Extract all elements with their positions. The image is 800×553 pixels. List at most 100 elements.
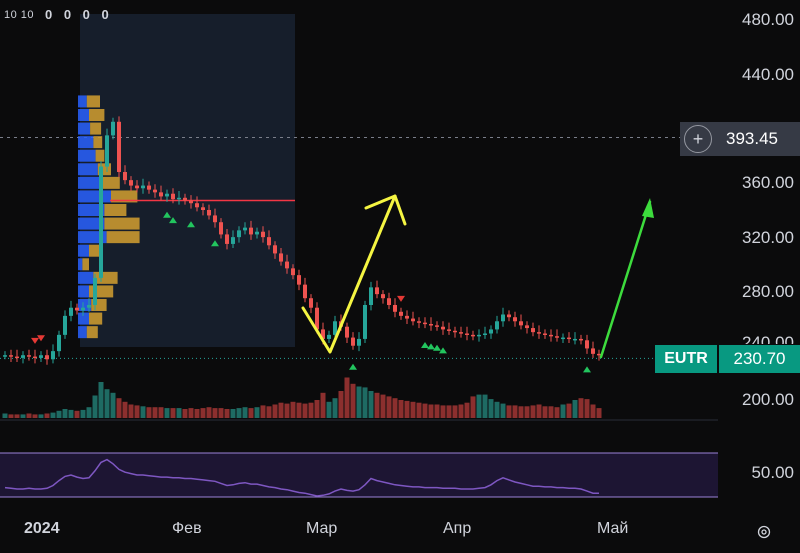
volume-bar	[74, 410, 80, 418]
candle-body	[327, 334, 331, 339]
candle-body	[273, 245, 277, 254]
green-arrow-head	[642, 198, 654, 218]
candle-body	[105, 135, 109, 167]
volume-bar	[332, 398, 338, 418]
candle-body	[363, 305, 367, 339]
volume-bar	[56, 410, 62, 418]
candle-body	[141, 185, 145, 189]
candle-body	[429, 324, 433, 326]
volume-bar	[320, 392, 326, 418]
candle-body	[417, 321, 421, 323]
sell-signal-marker	[397, 295, 405, 302]
candle-body	[177, 197, 181, 200]
candle-body	[237, 230, 241, 238]
profile-bar-up	[78, 122, 91, 135]
candle-body	[27, 355, 31, 357]
volume-bar	[236, 408, 242, 418]
volume-bar	[416, 402, 422, 418]
candle-body	[201, 207, 205, 210]
volume-bar	[344, 377, 350, 418]
indicator-legend: 10 10	[4, 9, 35, 21]
profile-bar-down	[104, 204, 127, 216]
volume-bar	[50, 412, 56, 418]
price-tick-440: 440.00	[742, 65, 794, 84]
volume-bar	[194, 409, 200, 418]
profile-bar-up	[78, 109, 89, 121]
candle-body	[537, 332, 541, 334]
volume-bar	[248, 408, 254, 418]
candle-body	[507, 314, 511, 318]
volume-bar	[584, 399, 590, 418]
candle-body	[255, 231, 259, 235]
volume-bar	[284, 403, 290, 418]
price-tick-320: 320.00	[742, 228, 794, 247]
volume-bar	[218, 408, 224, 418]
candle-body	[519, 321, 523, 326]
candle-body	[153, 189, 157, 193]
candle-body	[477, 334, 481, 337]
candle-body	[447, 329, 451, 331]
volume-bar	[362, 387, 368, 418]
profile-bar-down	[89, 244, 100, 257]
volume-bar	[62, 409, 68, 418]
candle-body	[591, 348, 595, 354]
profile-bar-up	[78, 136, 94, 149]
volume-bar	[92, 395, 98, 418]
candle-body	[459, 332, 463, 334]
candle-body	[351, 337, 355, 346]
plus-circle-icon[interactable]: +	[684, 125, 712, 153]
volume-bar	[206, 407, 212, 418]
profile-bar-up	[78, 285, 89, 298]
candle-body	[561, 337, 565, 340]
buy-signal-marker	[349, 363, 357, 370]
candle-body	[69, 307, 73, 316]
buy-signal-marker	[427, 343, 435, 350]
volume-bar	[578, 398, 584, 418]
volume-bar	[290, 401, 296, 418]
profile-bar-down	[93, 271, 118, 284]
candle-body	[99, 166, 103, 278]
candle-body	[375, 287, 379, 295]
profile-bar-down	[86, 95, 100, 108]
candle-body	[63, 315, 67, 335]
profile-bar-up	[78, 95, 87, 108]
volume-bar	[134, 405, 140, 418]
candle-body	[573, 338, 577, 341]
volume-bar	[158, 407, 164, 418]
crosshair-price-badge[interactable]: + 393.45	[680, 122, 800, 156]
time-label-feb: Фев	[172, 520, 202, 537]
volume-bar	[230, 409, 236, 418]
candle-body	[51, 351, 55, 360]
candle-body	[3, 355, 7, 357]
candle-body	[297, 275, 301, 285]
profile-bar-up	[78, 271, 94, 284]
volume-bar	[350, 383, 356, 418]
volume-bar	[428, 404, 434, 418]
candle-body	[483, 333, 487, 335]
volume-bar	[446, 405, 452, 418]
candle-body	[441, 326, 445, 330]
candle-body	[555, 336, 559, 338]
candle-body	[39, 355, 43, 358]
volume-bar	[242, 407, 248, 418]
candle-body	[309, 298, 313, 308]
volume-bar	[152, 407, 158, 418]
volume-bar	[392, 398, 398, 418]
volume-bar	[260, 405, 266, 418]
volume-bar	[422, 403, 428, 418]
profile-bar-down	[89, 285, 114, 298]
volume-bar	[590, 404, 596, 418]
volume-bar	[530, 405, 536, 418]
volume-bar	[596, 408, 602, 418]
volume-bar	[560, 404, 566, 418]
price-chart[interactable]	[0, 0, 800, 553]
gear-icon[interactable]	[756, 524, 772, 540]
candle-body	[225, 234, 229, 244]
last-price-badge: 230.70	[719, 345, 800, 373]
candle-body	[381, 294, 385, 299]
volume-bar	[110, 392, 116, 418]
candle-body	[93, 277, 97, 305]
volume-bar	[356, 386, 362, 418]
volume-bar	[410, 401, 416, 418]
indicator-values: 0 0 0 0	[45, 7, 113, 22]
